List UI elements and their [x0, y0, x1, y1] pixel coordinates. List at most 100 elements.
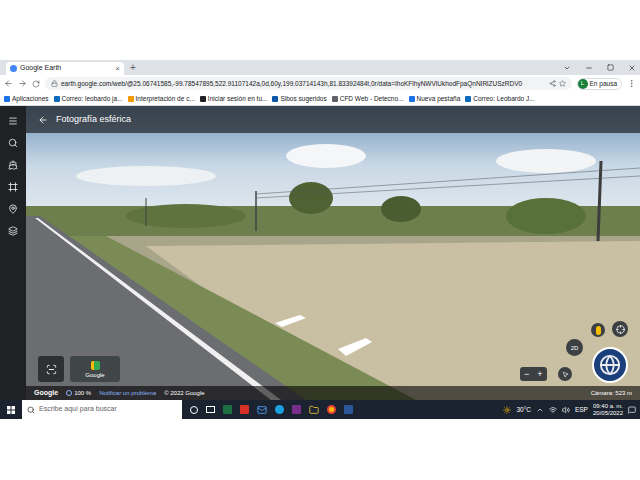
street-view[interactable]: Fotografía esférica Google 2D −+ Google 100 %…: [26, 106, 640, 400]
reload-icon[interactable]: [32, 80, 40, 88]
taskbar: Escribe aquí para buscar 30°C ESP 09:40 a. …: [0, 400, 640, 419]
zoom-out-button[interactable]: −: [524, 370, 529, 379]
window-controls: [563, 60, 636, 75]
word-icon[interactable]: [344, 405, 353, 414]
notifications-icon[interactable]: [628, 406, 636, 414]
app-purple-icon[interactable]: [292, 405, 301, 414]
bookmark-item[interactable]: Interpretación de c...: [128, 94, 195, 104]
volume-icon[interactable]: [562, 406, 570, 414]
globe-button[interactable]: [592, 347, 628, 383]
nav-arrow-icon[interactable]: [275, 315, 306, 327]
clock[interactable]: 09:40 a. m.20/05/2022: [593, 403, 623, 416]
zoom-control: −+: [520, 367, 547, 381]
pegman-icon: [596, 326, 601, 335]
projects-icon[interactable]: [8, 204, 18, 214]
bookmark-star-icon[interactable]: [559, 80, 566, 87]
task-view-icon[interactable]: [206, 406, 215, 413]
explorer-icon[interactable]: [309, 405, 319, 415]
chrome-icon[interactable]: [327, 405, 336, 414]
location-button[interactable]: [612, 321, 628, 337]
start-button[interactable]: [0, 400, 22, 419]
voyager-icon[interactable]: [8, 160, 18, 170]
cortana-icon[interactable]: [190, 406, 198, 414]
edge-icon[interactable]: [275, 405, 284, 414]
bottom-left-controls: Google: [38, 356, 120, 382]
screenshot: Google Earth×+earth.google.com/web/@25.0…: [0, 0, 640, 480]
bookmark-item[interactable]: CFD Web - Detecno...: [332, 94, 404, 104]
mode-2d-button[interactable]: 2D: [566, 339, 583, 356]
mail-icon[interactable]: [257, 405, 267, 415]
system-tray: 30°C ESP 09:40 a. m.20/05/2022: [503, 403, 640, 416]
menu-dots-icon[interactable]: [627, 79, 636, 88]
layers-icon[interactable]: [8, 226, 18, 236]
tab-close[interactable]: ×: [115, 65, 120, 73]
back-arrow-icon[interactable]: [38, 115, 48, 125]
bottom-margin: [0, 419, 640, 480]
bookmark-item[interactable]: Correo: leobardo ja...: [54, 94, 123, 104]
footer-logo: Google: [34, 388, 58, 399]
language-indicator[interactable]: ESP: [575, 405, 588, 415]
google-maps-button[interactable]: Google: [70, 356, 120, 382]
minimize-icon[interactable]: [585, 64, 593, 72]
new-tab-button[interactable]: +: [124, 63, 142, 75]
zoom-in-button[interactable]: +: [537, 370, 542, 379]
maps-logo-icon: [91, 361, 100, 370]
copyright: © 2022 Google: [164, 389, 204, 398]
address-row: earth.google.com/web/@25.06741585,-99.78…: [0, 75, 640, 92]
bookmark-favicon-icon: [200, 96, 206, 102]
pegman-button[interactable]: [591, 323, 605, 337]
search-glass-icon: [27, 406, 35, 414]
report-link[interactable]: Notificar un problema: [99, 389, 156, 398]
earth-favicon-icon: [10, 65, 17, 72]
tray-expand-icon[interactable]: [536, 406, 544, 414]
profile-chip[interactable]: LEn pausa: [577, 78, 622, 90]
earth-footer: Google 100 % Notificar un problema © 2022 G…: [26, 386, 640, 400]
camera-altitude: Cámara: 523 m: [591, 389, 632, 398]
close-icon[interactable]: [628, 64, 636, 72]
top-margin: [0, 0, 640, 60]
nav-arrow-icon[interactable]: [338, 338, 372, 356]
bookmark-favicon-icon: [465, 96, 471, 102]
earth-sidebar: [0, 106, 26, 400]
globe-icon: [599, 354, 621, 376]
menu-icon[interactable]: [8, 116, 18, 126]
crosshair-icon: [616, 325, 625, 334]
bookmark-item[interactable]: Correo: Leobardo J...: [465, 94, 534, 104]
lock-icon: [51, 80, 58, 87]
back-icon[interactable]: [4, 79, 13, 88]
bookmark-item[interactable]: Iniciar sesión en tu...: [200, 94, 268, 104]
header-title: Fotografía esférica: [56, 113, 131, 127]
view-area: Google 2D −+: [26, 133, 640, 386]
bookmark-item[interactable]: Aplicaciones: [4, 94, 49, 104]
network-icon[interactable]: [549, 406, 557, 414]
taskbar-search[interactable]: Escribe aquí para buscar: [22, 400, 182, 419]
cursor-button[interactable]: [558, 367, 572, 381]
weather-text[interactable]: 30°C: [516, 405, 531, 415]
frame-icon[interactable]: [8, 182, 18, 192]
scale-text: 100 %: [74, 389, 91, 398]
forward-icon[interactable]: [18, 79, 27, 88]
bookmark-item[interactable]: Sibos sugeridos: [272, 94, 326, 104]
scan-icon: [46, 364, 57, 375]
search-icon[interactable]: [8, 138, 18, 148]
profile-label: En pausa: [590, 79, 617, 89]
bookmark-item[interactable]: Nueva pestaña: [409, 94, 461, 104]
bookmark-favicon-icon: [332, 96, 338, 102]
address-text: earth.google.com/web/@25.06741585,-99.78…: [61, 79, 546, 89]
scale-circle-icon: [66, 390, 72, 396]
weather-icon[interactable]: [503, 406, 511, 414]
earth-app: Fotografía esférica Google 2D −+ Google 100 %…: [0, 106, 640, 400]
tab-search-icon[interactable]: [563, 64, 571, 72]
share-icon[interactable]: [549, 80, 556, 87]
address-field[interactable]: earth.google.com/web/@25.06741585,-99.78…: [45, 77, 572, 90]
profile-avatar: L: [578, 79, 588, 89]
excel-icon[interactable]: [223, 405, 232, 414]
bookmarks-bar: Aplicaciones Correo: leobardo ja... Interp…: [0, 92, 640, 106]
browser-tab[interactable]: Google Earth×: [6, 62, 124, 75]
screenshot-button[interactable]: [38, 356, 64, 382]
bookmark-favicon-icon: [54, 96, 60, 102]
app-red-icon[interactable]: [240, 405, 249, 414]
cursor-icon: [562, 371, 569, 378]
maximize-icon[interactable]: [607, 64, 614, 71]
earth-header: Fotografía esférica: [26, 106, 640, 133]
